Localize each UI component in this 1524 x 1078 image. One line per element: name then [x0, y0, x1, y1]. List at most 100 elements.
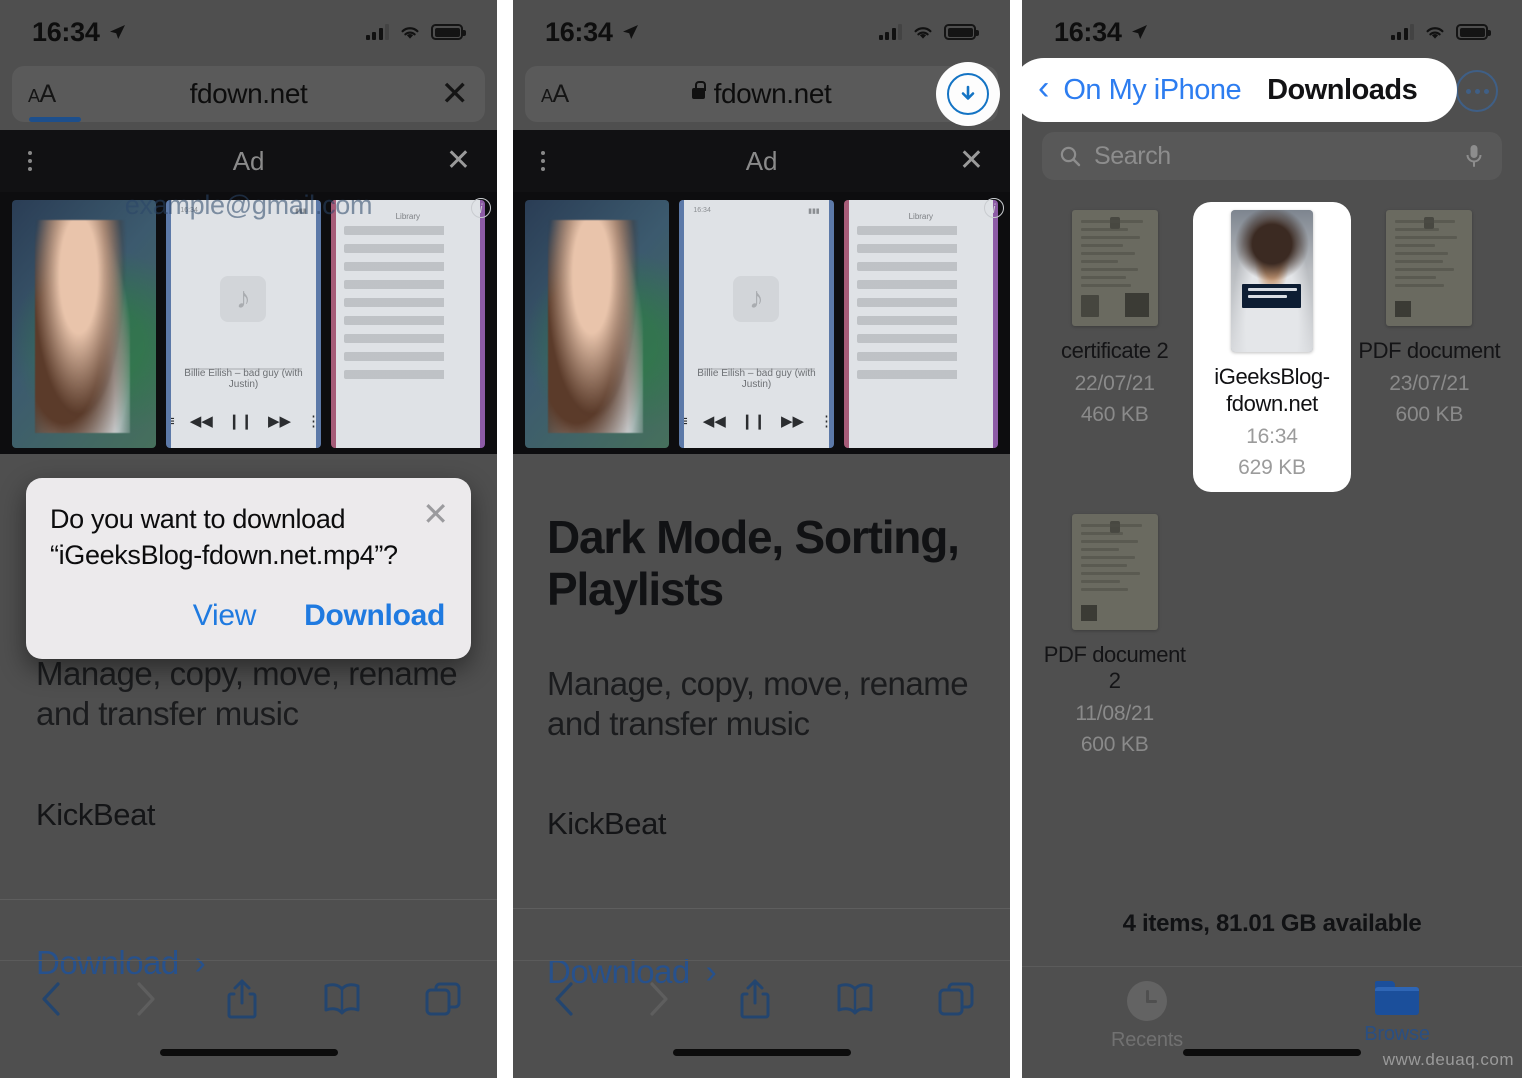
- file-size: 600 KB: [1395, 402, 1464, 426]
- ad-banner-bar-2: Ad ✕: [513, 130, 1010, 192]
- ad-screen-playlist: Library: [330, 200, 485, 448]
- lock-icon: [691, 80, 706, 99]
- page-subtitle: Manage, copy, move, rename and transfer …: [547, 664, 969, 743]
- url-text: fdown.net: [189, 78, 308, 109]
- ad-photo-headphones: [12, 200, 157, 448]
- wifi-icon: [401, 27, 419, 39]
- back-chevron-icon[interactable]: ‹: [1038, 71, 1049, 105]
- search-placeholder: Search: [1094, 141, 1171, 170]
- download-button[interactable]: Download: [304, 599, 445, 633]
- document-thumbnail: [1386, 210, 1473, 326]
- file-tile-certificate-2[interactable]: certificate 2 22/07/21 460 KB: [1036, 202, 1193, 492]
- file-date: 22/07/21: [1074, 371, 1155, 395]
- share-icon[interactable]: [736, 977, 774, 1021]
- ad-info-icon[interactable]: i: [984, 198, 1004, 218]
- video-thumbnail: [1230, 210, 1313, 352]
- page-brand: KickBeat: [547, 806, 667, 842]
- status-time: 16:34: [1054, 16, 1122, 47]
- folder-status-text: 4 items, 81.01 GB available: [1122, 910, 1422, 937]
- dialog-message: Do you want to download “iGeeksBlog-fdow…: [50, 504, 398, 570]
- phone-panel-2: 16:34 AA fdown.net Ad ✕ 16:34 ▮▮▮ ♪ Bill…: [513, 0, 1010, 1078]
- tab-recents[interactable]: Recents: [1022, 967, 1272, 1078]
- status-indicators: [1390, 23, 1491, 41]
- wifi-icon: [914, 27, 932, 39]
- files-navigation-bar: ‹ On My iPhone Downloads: [1022, 58, 1522, 126]
- close-icon[interactable]: ✕: [422, 498, 449, 530]
- url-text: fdown.net: [713, 78, 832, 109]
- tabs-icon[interactable]: [936, 979, 976, 1019]
- microphone-icon[interactable]: [1464, 142, 1484, 170]
- navigation-highlight-pill: ‹ On My iPhone Downloads: [1022, 58, 1458, 122]
- back-button-label[interactable]: On My iPhone: [1063, 74, 1241, 107]
- downloads-arrow-icon[interactable]: [947, 73, 989, 115]
- ad-label: Ad: [232, 145, 265, 176]
- close-icon[interactable]: ✕: [959, 146, 984, 176]
- panel3-screen: 16:34 ‹ On My iPhone Downloads Search ce…: [1022, 0, 1522, 1078]
- search-input[interactable]: Search: [1042, 132, 1502, 180]
- video-caption-badge: [1242, 283, 1302, 308]
- ad-info-icon[interactable]: i: [471, 198, 491, 218]
- site-watermark: www.deuaq.com: [1382, 1050, 1514, 1069]
- back-chevron-icon[interactable]: [34, 978, 68, 1020]
- forward-chevron-icon[interactable]: [128, 978, 162, 1020]
- share-icon[interactable]: [223, 977, 261, 1021]
- tabs-icon[interactable]: [423, 979, 463, 1019]
- kebab-menu-icon[interactable]: [28, 151, 32, 171]
- file-size: 629 KB: [1238, 455, 1306, 479]
- tab-label: Recents: [1111, 1029, 1183, 1051]
- location-arrow-icon: [109, 25, 125, 39]
- file-tile-igeeksblog-fdown-net[interactable]: iGeeksBlog-fdown.net 16:34 629 KB: [1193, 202, 1351, 492]
- battery-icon: [944, 24, 979, 40]
- ad-label: Ad: [745, 145, 778, 176]
- safari-toolbar-1: [0, 960, 497, 1078]
- status-time: 16:34: [32, 16, 100, 47]
- music-note-icon: ♪: [733, 276, 780, 323]
- document-thumbnail: [1071, 210, 1158, 326]
- status-time: 16:34: [545, 16, 613, 47]
- safari-url-bar-2[interactable]: AA fdown.net: [525, 62, 1000, 126]
- bookmarks-icon[interactable]: [834, 979, 876, 1019]
- back-chevron-icon[interactable]: [547, 978, 581, 1020]
- file-size: 600 KB: [1080, 733, 1149, 757]
- ad-screens-strip: 16:34 ▮▮▮ ♪ Billie Eilish – bad guy (with…: [525, 200, 998, 448]
- files-grid: certificate 2 22/07/21 460 KB iGeeksBlog…: [1022, 180, 1522, 769]
- ad-screen-player: 16:34 ▮▮▮ ♪ Billie Eilish – bad guy (with…: [166, 200, 321, 448]
- panel1-screen: 16:34 AAAA: [0, 0, 497, 1078]
- safari-url-bar-1[interactable]: AAAA fdown.net ✕: [12, 66, 485, 122]
- file-tile-pdf-document-2[interactable]: PDF document 2 11/08/21 600 KB: [1036, 506, 1193, 770]
- document-thumbnail: [1071, 513, 1158, 630]
- divider: [513, 908, 1010, 910]
- ad-screen-player: 16:34 ▮▮▮ ♪ Billie Eilish – bad guy (with…: [679, 200, 834, 448]
- ad-hero-image-2[interactable]: 16:34 ▮▮▮ ♪ Billie Eilish – bad guy (with…: [513, 192, 1010, 454]
- page-subtitle: Manage, copy, move, rename and transfer …: [36, 655, 458, 733]
- safari-toolbar-2: [513, 960, 1010, 1078]
- file-tile-pdf-document[interactable]: PDF document 23/07/21 600 KB: [1351, 202, 1508, 492]
- ad-hero-image-1[interactable]: example@gmail.com 16:34 ▮▮▮ ♪ Billie Eili…: [0, 192, 497, 454]
- stop-loading-button[interactable]: ✕: [441, 77, 470, 111]
- file-name: PDF document 2: [1043, 641, 1186, 694]
- wifi-icon: [1426, 27, 1444, 39]
- url-display[interactable]: fdown.net: [525, 78, 998, 110]
- download-confirm-dialog[interactable]: Do you want to download “iGeeksBlog-fdow…: [26, 478, 471, 660]
- dialog-actions: View Download: [50, 573, 447, 659]
- cellular-bars-icon: [365, 24, 389, 40]
- downloads-button-highlight: [936, 62, 1000, 126]
- page-title: Downloads: [1267, 73, 1418, 106]
- tab-label: Browse: [1364, 1023, 1430, 1045]
- status-indicators: [365, 23, 466, 41]
- view-button[interactable]: View: [193, 599, 257, 633]
- close-icon[interactable]: ✕: [446, 146, 471, 176]
- phone-panel-3: 16:34 ‹ On My iPhone Downloads Search ce…: [1022, 0, 1522, 1078]
- three-panel-screenshot: 16:34 AAAA: [0, 0, 1524, 1078]
- more-ellipsis-icon[interactable]: [1456, 70, 1498, 112]
- url-display[interactable]: fdown.net: [12, 78, 485, 110]
- file-date: 23/07/21: [1389, 371, 1470, 395]
- divider: [0, 898, 497, 900]
- bookmarks-icon[interactable]: [321, 979, 363, 1019]
- panel2-screen: 16:34 AA fdown.net Ad ✕ 16:34 ▮▮▮ ♪ Bill…: [513, 0, 1010, 1078]
- file-name: certificate 2: [1061, 338, 1169, 363]
- status-bar-1: 16:34: [0, 0, 497, 64]
- status-time-group: 16:34: [1054, 17, 1149, 48]
- forward-chevron-icon[interactable]: [641, 978, 675, 1020]
- kebab-menu-icon[interactable]: [541, 151, 545, 171]
